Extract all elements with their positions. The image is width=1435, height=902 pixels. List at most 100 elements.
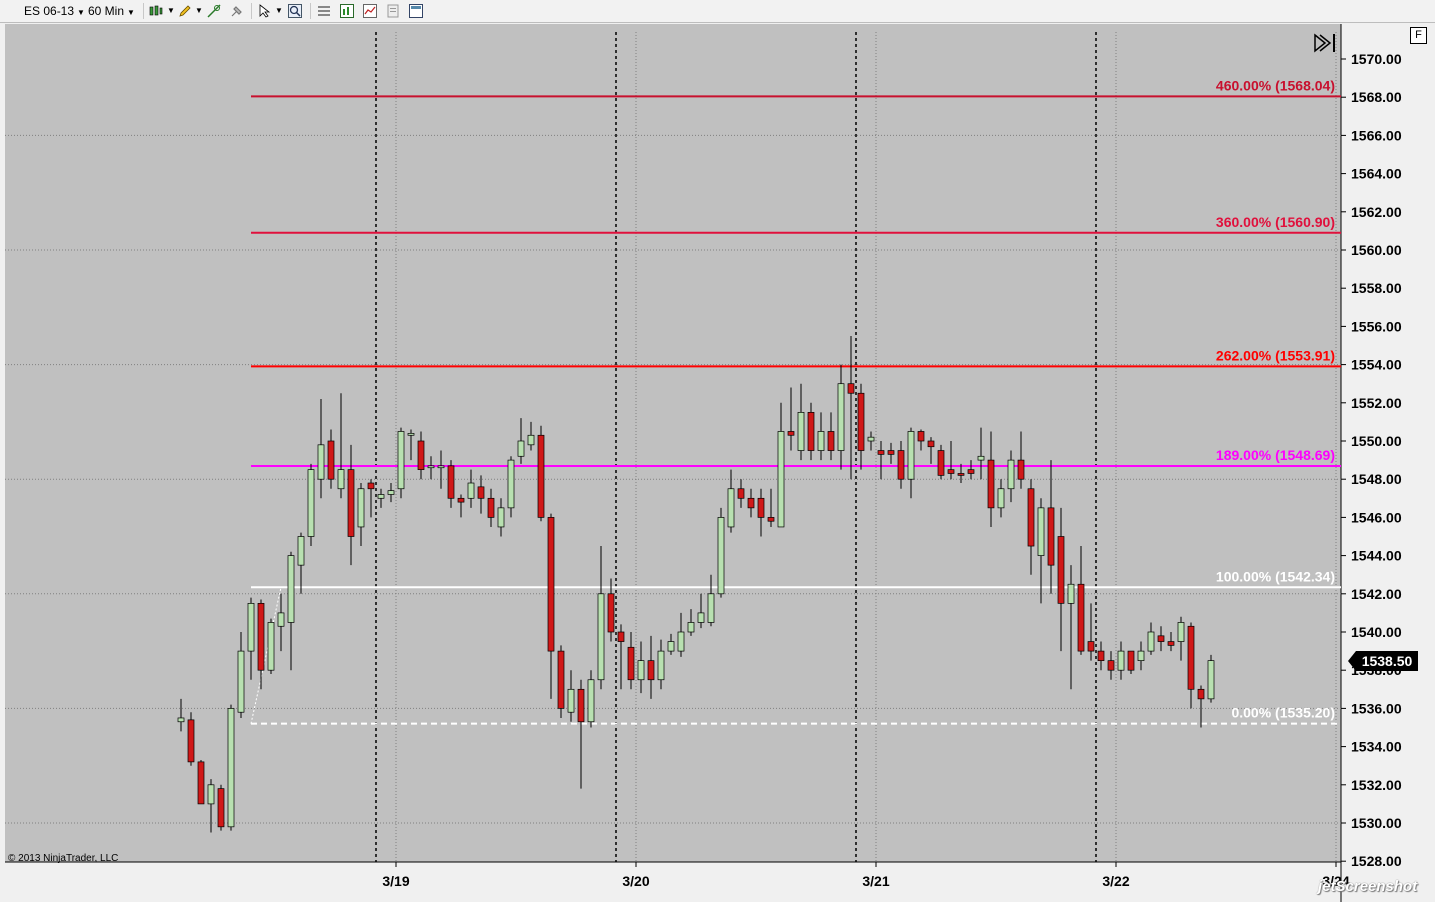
candle-up [277, 612, 285, 627]
candle-down [607, 593, 615, 633]
pencil-icon[interactable] [178, 4, 192, 18]
candle-up [1007, 459, 1015, 490]
candle-down [1057, 536, 1065, 604]
candle-up [727, 488, 735, 528]
candle-up [777, 431, 785, 528]
candle-up [637, 660, 645, 681]
candle-up [317, 444, 325, 480]
candle-down [257, 602, 265, 671]
candle-down [917, 431, 925, 442]
candle-down [217, 788, 225, 828]
indicators-icon[interactable] [340, 4, 354, 18]
price-tick-label: 1564.00 [1351, 166, 1402, 182]
price-tick-label: 1530.00 [1351, 815, 1402, 831]
candle-down [1077, 583, 1085, 652]
candle-up [237, 650, 245, 713]
price-tick-label: 1568.00 [1351, 89, 1402, 105]
price-tick-label: 1558.00 [1351, 280, 1402, 296]
candle-up [297, 536, 305, 566]
candle-up [337, 469, 345, 490]
time-axis [5, 862, 1341, 902]
candle-up [657, 650, 665, 681]
chart-panel[interactable]: 460.00% (1568.04) 360.00% (1560.90) 262.00… [5, 24, 1435, 902]
price-tick-label: 1540.00 [1351, 624, 1402, 640]
templates-icon[interactable] [386, 4, 400, 18]
candle-down [887, 450, 895, 455]
candle-up [427, 465, 435, 469]
candle-down [627, 646, 635, 681]
zoom-icon[interactable] [288, 4, 302, 18]
crosshair-icon[interactable] [207, 4, 221, 18]
candle-up [497, 507, 505, 528]
candle-up [247, 602, 255, 652]
candle-down [1127, 650, 1135, 671]
candle-down [457, 497, 465, 503]
candle-down [1017, 459, 1025, 480]
candle-down [1047, 507, 1055, 566]
candle-up [287, 555, 295, 623]
candle-up [997, 488, 1005, 509]
chevron-down-icon[interactable]: ▼ [195, 3, 203, 19]
candle-down [737, 488, 745, 499]
fib-level-label: 0.00% (1535.20) [1231, 705, 1335, 721]
toolbar-divider [310, 3, 311, 19]
candle-up [677, 631, 685, 652]
candle-up [467, 482, 475, 499]
properties-icon[interactable] [317, 4, 331, 18]
candle-up [527, 434, 535, 446]
strategies-icon[interactable] [363, 4, 377, 18]
candle-down [787, 431, 795, 436]
pin-icon[interactable] [230, 4, 244, 18]
candle-down [897, 450, 905, 480]
candle-down [187, 719, 195, 763]
candle-down [617, 631, 625, 642]
candle-up [1207, 660, 1215, 700]
chevron-down-icon[interactable]: ▼ [167, 3, 175, 19]
toolbar-divider [143, 3, 144, 19]
candle-down [547, 517, 555, 652]
fib-level-label: 360.00% (1560.90) [1216, 214, 1335, 230]
candle-down [537, 434, 545, 518]
candle-down [1157, 635, 1165, 642]
candle-up [307, 469, 315, 537]
instrument-label: ES 06-13 [24, 4, 75, 18]
candle-up [1137, 650, 1145, 661]
candlestick-chart[interactable]: 460.00% (1568.04) 360.00% (1560.90) 262.00… [5, 24, 1435, 902]
candle-up [567, 688, 575, 713]
current-price-label: 1538.50 [1362, 653, 1413, 669]
candle-up [867, 436, 875, 442]
candle-up [687, 622, 695, 633]
cursor-icon[interactable] [258, 4, 272, 18]
candle-down [557, 650, 565, 709]
candle-up [387, 490, 395, 495]
price-axis [1341, 24, 1435, 902]
price-tick-label: 1552.00 [1351, 395, 1402, 411]
f-button[interactable]: F [1410, 27, 1427, 44]
candle-down [877, 450, 885, 455]
candle-up [507, 459, 515, 509]
chart-style-icon[interactable] [149, 4, 163, 18]
candle-up [207, 784, 215, 805]
candle-up [1117, 650, 1125, 671]
fib-level-label: 460.00% (1568.04) [1216, 77, 1335, 93]
candle-up [667, 641, 675, 652]
candle-up [797, 412, 805, 451]
candle-down [577, 688, 585, 723]
candle-down [1087, 641, 1095, 652]
price-tick-label: 1542.00 [1351, 586, 1402, 602]
price-tick-label: 1556.00 [1351, 318, 1402, 334]
candle-down [447, 465, 455, 499]
instrument-selector[interactable]: ES 06-13 ▼ [24, 3, 85, 19]
chevron-down-icon: ▼ [127, 8, 135, 17]
chevron-down-icon[interactable]: ▼ [275, 3, 283, 19]
candle-down [827, 431, 835, 451]
interval-selector[interactable]: 60 Min ▼ [88, 3, 135, 19]
price-tick-label: 1528.00 [1351, 853, 1402, 869]
candle-up [267, 622, 275, 671]
candle-down [327, 440, 335, 480]
price-tick-label: 1546.00 [1351, 509, 1402, 525]
candle-up [1037, 507, 1045, 556]
candle-down [927, 440, 935, 448]
candle-up [717, 517, 725, 595]
data-box-icon[interactable] [409, 4, 423, 18]
